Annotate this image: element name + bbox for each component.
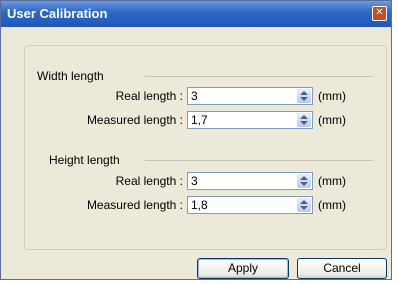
height-real-unit: (mm) — [318, 174, 346, 188]
height-group-label: Height length — [49, 153, 120, 167]
calibration-dialog: User Calibration ✕ Width length Real len… — [0, 0, 392, 280]
width-real-label: Real length : — [115, 89, 183, 103]
height-measured-label: Measured length : — [86, 198, 183, 212]
height-real-spinbox[interactable]: 3 — [187, 172, 313, 190]
window-title: User Calibration — [7, 6, 108, 21]
width-real-value: 3 — [191, 89, 198, 103]
close-icon: ✕ — [375, 7, 384, 18]
height-measured-spinbox[interactable]: 1,8 — [187, 196, 313, 214]
height-measured-value: 1,8 — [191, 198, 208, 212]
width-measured-unit: (mm) — [318, 113, 346, 127]
width-group-label: Width length — [37, 69, 104, 83]
spin-arrows-icon — [300, 91, 308, 101]
cancel-button[interactable]: Cancel — [297, 258, 387, 279]
title-bar[interactable]: User Calibration ✕ — [1, 1, 391, 27]
spin-arrows-icon — [300, 115, 308, 125]
height-real-label: Real length : — [115, 174, 183, 188]
height-real-value: 3 — [191, 174, 198, 188]
height-measured-unit: (mm) — [318, 198, 346, 212]
spin-arrows-icon — [300, 176, 308, 186]
width-real-unit: (mm) — [318, 89, 346, 103]
width-measured-spinbox[interactable]: 1,7 — [187, 111, 313, 129]
width-real-spinbox[interactable]: 3 — [187, 87, 313, 105]
width-real-spin-button[interactable] — [297, 89, 311, 103]
width-group-divider — [145, 76, 373, 77]
width-measured-spin-button[interactable] — [297, 113, 311, 127]
width-measured-label: Measured length : — [86, 113, 183, 127]
height-real-spin-button[interactable] — [297, 174, 311, 188]
close-button[interactable]: ✕ — [372, 6, 387, 21]
width-measured-value: 1,7 — [191, 113, 208, 127]
height-measured-spin-button[interactable] — [297, 198, 311, 212]
apply-button[interactable]: Apply — [197, 258, 289, 279]
height-group-divider — [145, 160, 373, 161]
spin-arrows-icon — [300, 200, 308, 210]
